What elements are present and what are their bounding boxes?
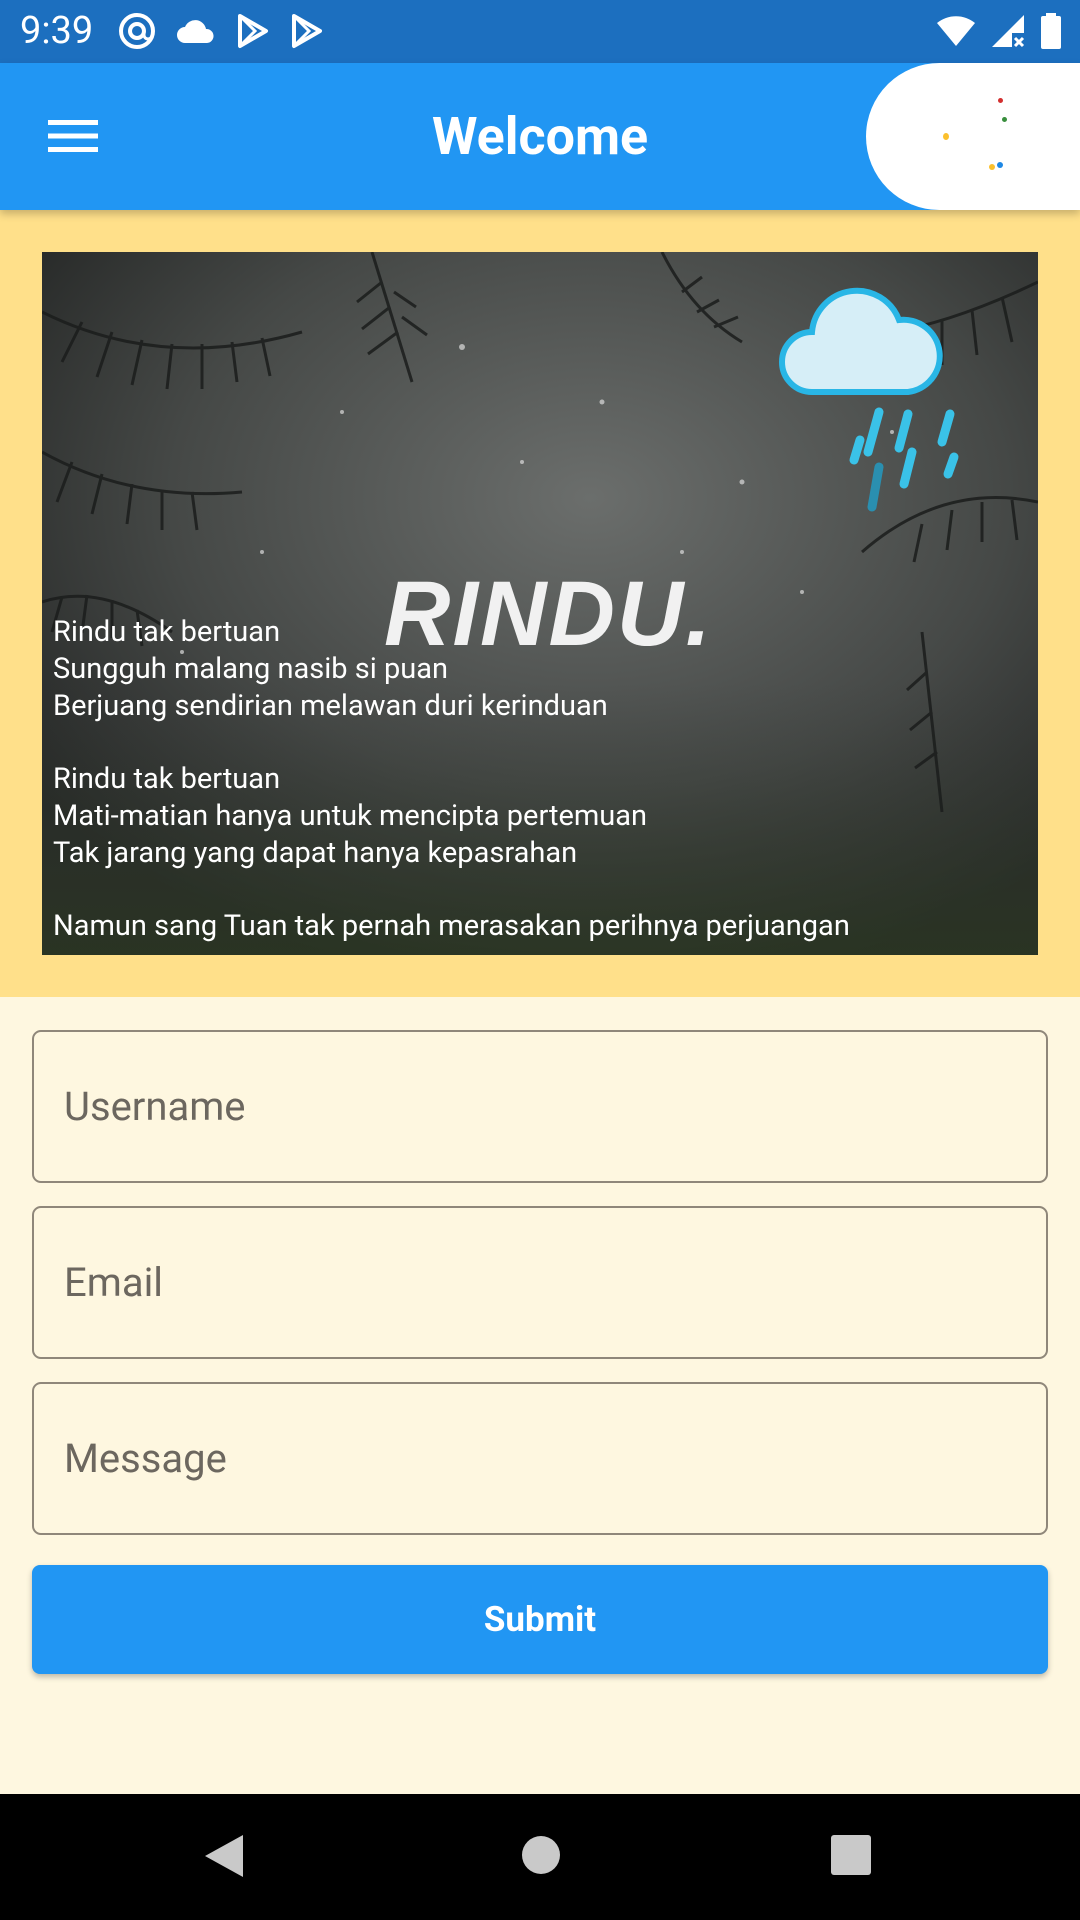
message-field[interactable] — [32, 1382, 1048, 1535]
poem-line: Rindu tak bertuan — [53, 762, 281, 796]
poem-line: Namun sang Tuan tak pernah merasakan per… — [53, 909, 850, 943]
hamburger-menu-icon — [48, 118, 98, 158]
cloud-icon — [176, 17, 216, 45]
at-sign-icon — [118, 12, 156, 50]
recents-icon[interactable] — [831, 1835, 871, 1875]
play-store-icon — [236, 13, 270, 49]
status-time: 9:39 — [20, 9, 94, 53]
poem: Rindu tak bertuan Sungguh malang nasib s… — [53, 614, 1033, 945]
poem-line: Rindu tak bertuan — [53, 615, 281, 649]
status-bar: 9:39 — [0, 0, 1080, 63]
submit-button[interactable]: Submit — [32, 1565, 1048, 1674]
status-icons-right — [936, 10, 1062, 52]
menu-button[interactable] — [32, 97, 114, 179]
status-icons-left — [118, 10, 324, 52]
back-icon[interactable] — [203, 1833, 245, 1883]
message-input[interactable] — [34, 1384, 1046, 1533]
username-field[interactable] — [32, 1030, 1048, 1183]
email-input[interactable] — [34, 1208, 1046, 1357]
home-icon[interactable] — [521, 1835, 561, 1879]
play-store-icon — [290, 13, 324, 49]
navigation-bar — [0, 1794, 1080, 1920]
poem-line: Berjuang sendirian melawan duri kerindua… — [53, 689, 608, 723]
poem-line: Sungguh malang nasib si puan — [53, 652, 449, 686]
poem-line: Tak jarang yang dapat hanya kepasrahan — [53, 836, 578, 870]
banner-image: RINDU. Rindu tak bertuan Sungguh malang … — [42, 252, 1038, 955]
wifi-icon — [936, 14, 976, 48]
app-bar: Welcome — [0, 63, 1080, 210]
battery-icon — [1040, 13, 1062, 49]
username-input[interactable] — [34, 1032, 1046, 1181]
poem-line: Mati-matian hanya untuk mencipta pertemu… — [53, 799, 648, 833]
banner-section: RINDU. Rindu tak bertuan Sungguh malang … — [0, 210, 1080, 997]
email-field[interactable] — [32, 1206, 1048, 1359]
loading-indicator — [866, 63, 1080, 210]
signal-icon — [990, 13, 1026, 49]
